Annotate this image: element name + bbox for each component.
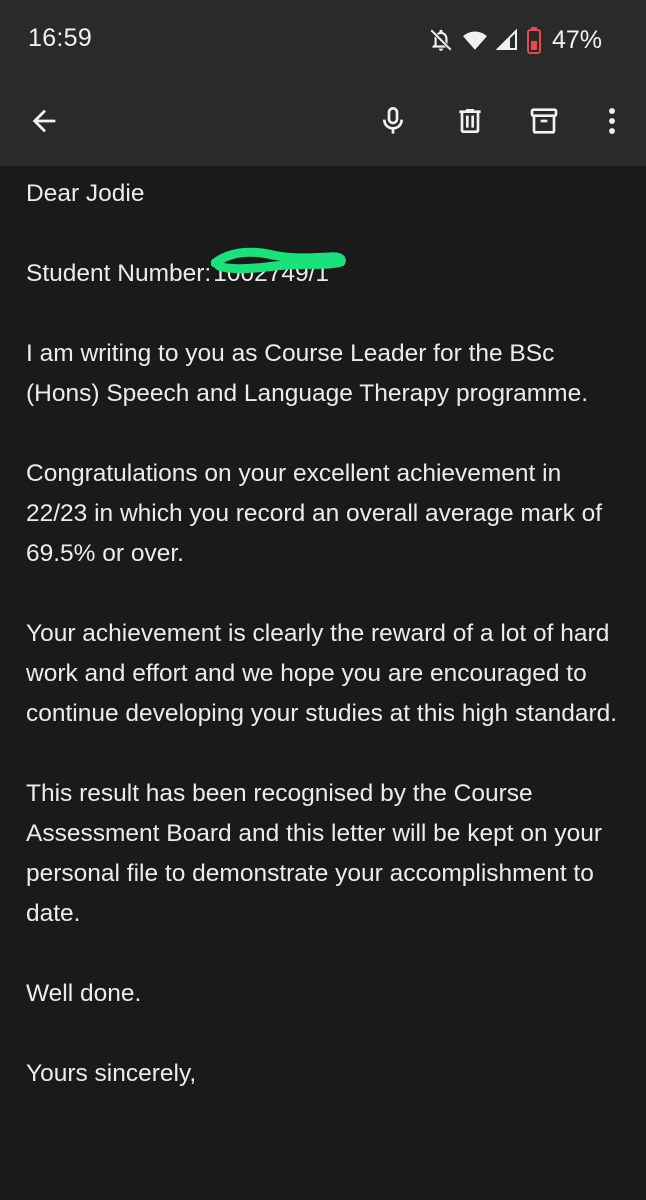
more-options-button[interactable]: [588, 99, 636, 147]
more-vert-icon: [606, 105, 618, 142]
sign-off: Yours sincerely,: [26, 1060, 197, 1087]
status-time: 16:59: [28, 24, 93, 52]
notifications-off-icon: [428, 27, 454, 53]
status-bar: 16:59 47%: [0, 0, 646, 80]
battery-percent: 47%: [551, 25, 602, 54]
back-arrow-icon: [27, 104, 61, 143]
archive-button[interactable]: [520, 99, 568, 147]
paragraph-congratulations: Congratulations on your excellent achiev…: [26, 460, 603, 567]
battery-icon: [526, 26, 542, 54]
student-number-value: 1002749/1: [211, 247, 346, 294]
wifi-icon: [462, 27, 488, 53]
paragraph-recognition: This result has been recognised by the C…: [26, 780, 603, 927]
student-number-label: Student Number:: [26, 260, 212, 287]
top-area: 16:59 47%: [0, 0, 646, 166]
microphone-icon: [377, 104, 409, 143]
back-button[interactable]: [20, 99, 68, 147]
status-icons: 47%: [428, 24, 602, 56]
app-bar: [0, 80, 646, 166]
delete-icon: [454, 104, 486, 143]
archive-icon: [528, 105, 560, 142]
email-body: Dear Jodie Student Number: 1002749/1 I a…: [26, 174, 626, 1134]
greeting: Dear Jodie: [26, 180, 145, 207]
microphone-button[interactable]: [369, 99, 417, 147]
paragraph-achievement: Your achievement is clearly the reward o…: [26, 620, 618, 727]
delete-button[interactable]: [446, 99, 494, 147]
student-number-text: 1002749/1: [213, 260, 330, 287]
paragraph-course-leader: I am writing to you as Course Leader for…: [26, 340, 589, 407]
cell-signal-icon: [495, 27, 518, 53]
student-number-line: Student Number: 1002749/1: [26, 247, 626, 294]
closing: Well done.: [26, 980, 142, 1007]
